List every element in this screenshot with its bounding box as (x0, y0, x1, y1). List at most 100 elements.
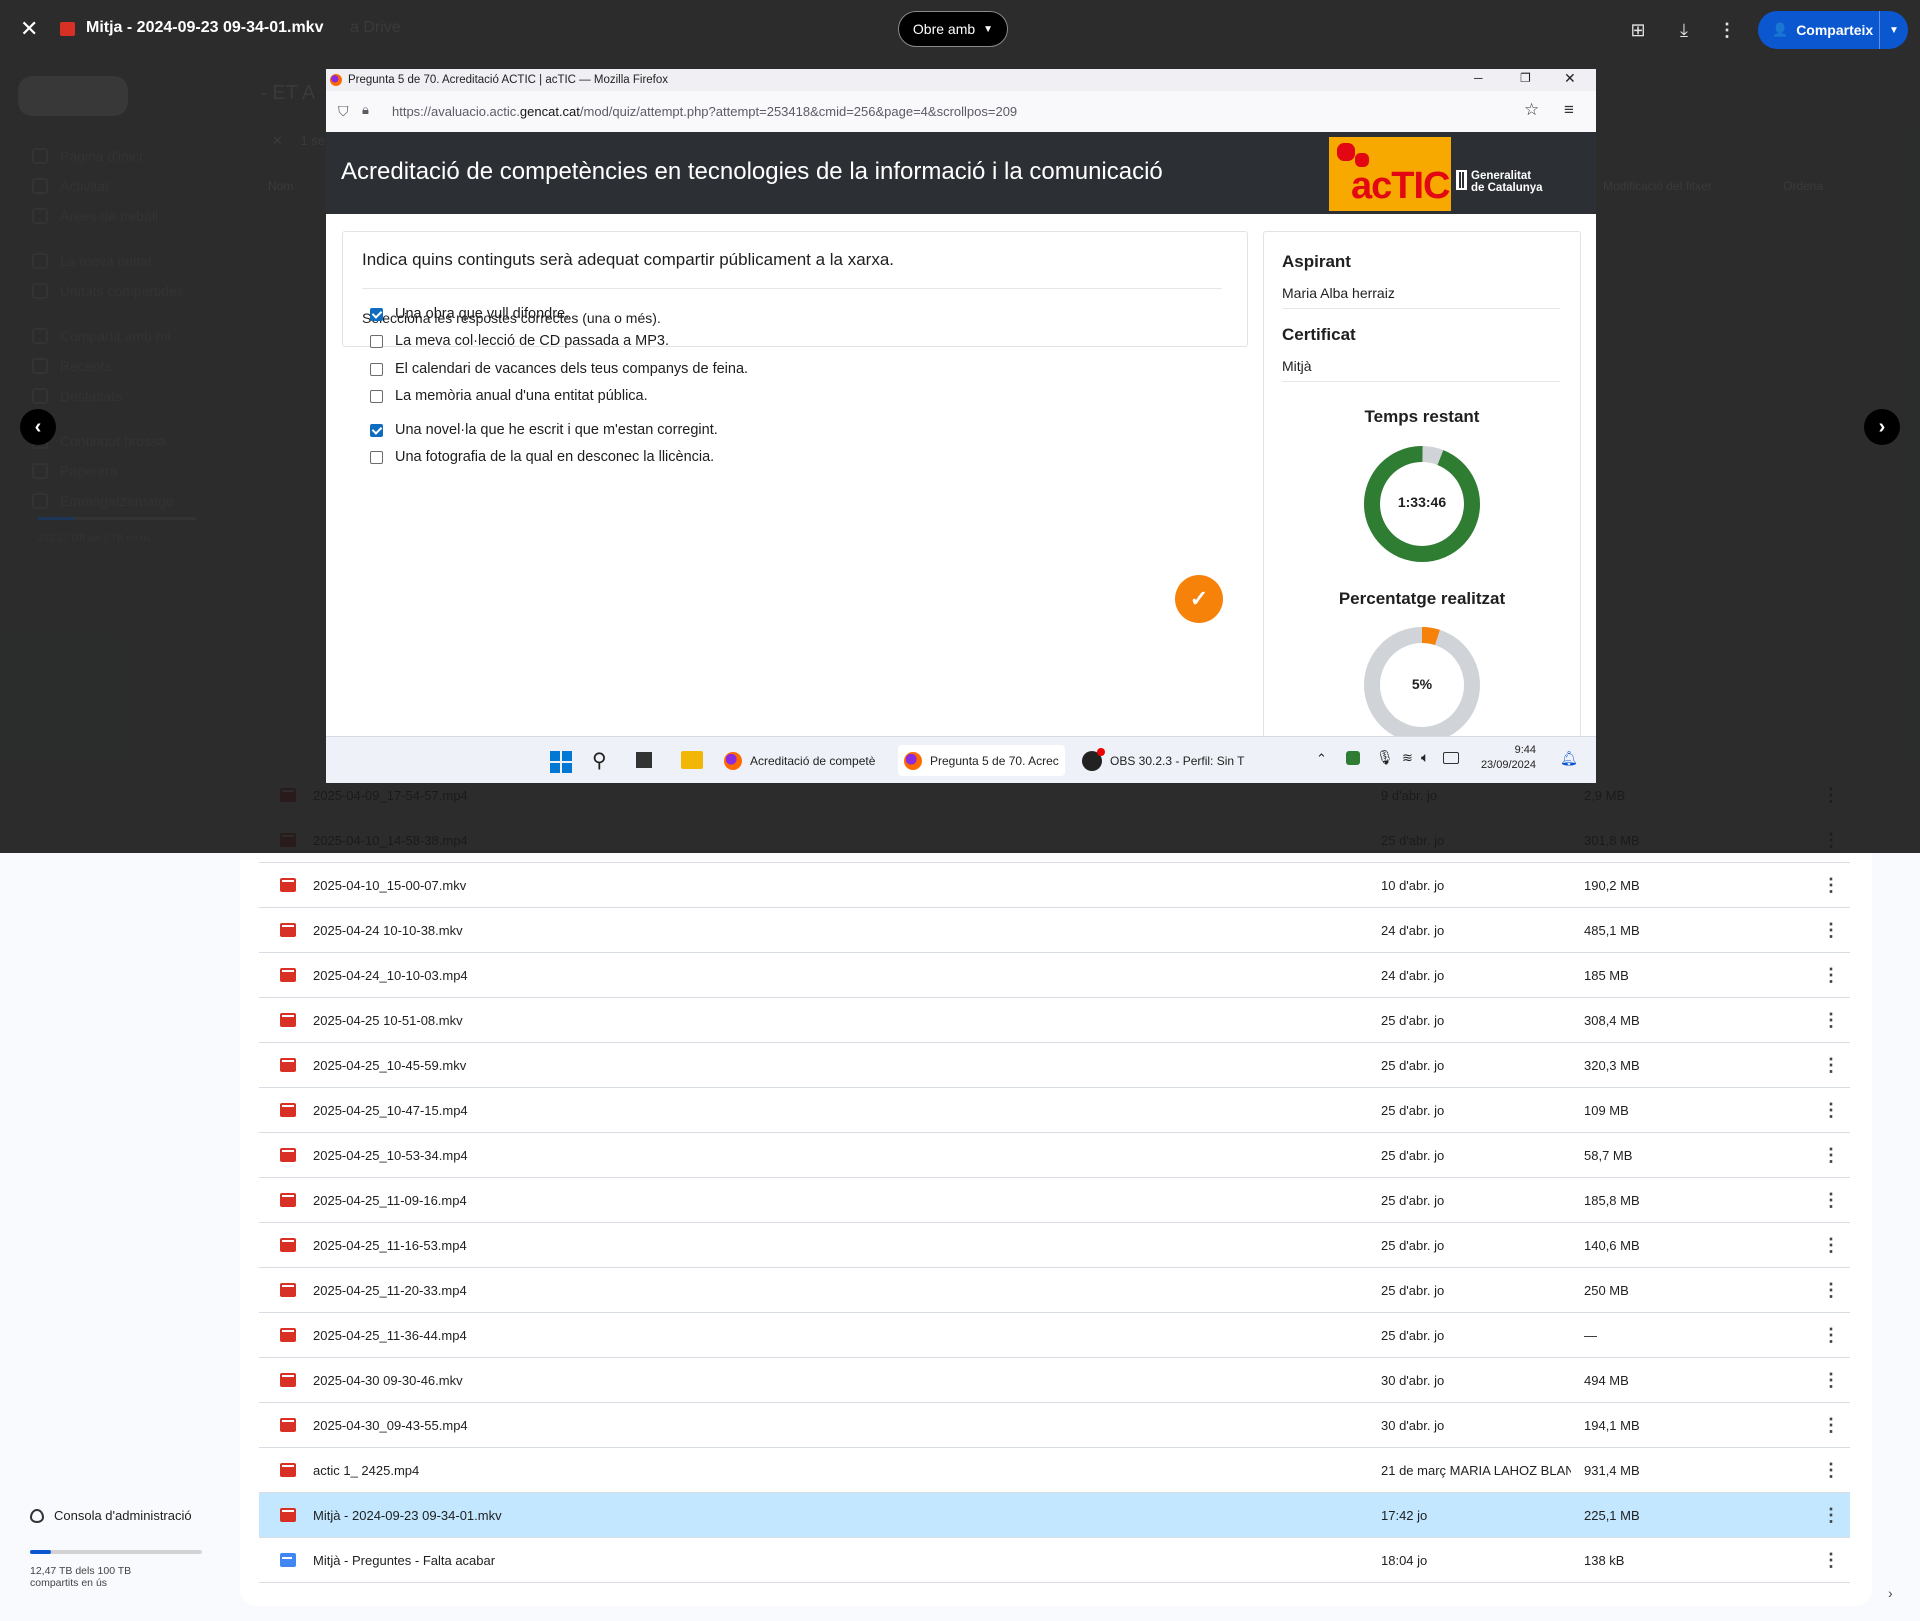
more-vert-icon[interactable]: ⋮ (1822, 966, 1840, 984)
checkbox-unchecked[interactable] (370, 389, 383, 403)
sidebar-item[interactable]: Pàgina d'inici (32, 142, 142, 170)
more-vert-icon[interactable]: ⋮ (1822, 1011, 1840, 1029)
checkbox-unchecked[interactable] (370, 362, 383, 376)
answer-option[interactable]: El calendari de vacances dels teus compa… (370, 361, 748, 377)
answer-option[interactable]: La memòria anual d'una entitat pública. (370, 388, 648, 404)
sidebar-item[interactable]: La meva unitat (32, 247, 152, 275)
task-view-icon[interactable] (636, 752, 652, 768)
video-player-frame[interactable]: Pregunta 5 de 70. Acreditació ACTIC | ac… (326, 69, 1596, 783)
file-row[interactable]: 2025-04-25 10-51-08.mkv 25 d'abr. jo 308,4… (259, 998, 1850, 1043)
security-icon[interactable] (1346, 751, 1360, 765)
more-vert-icon[interactable]: ⋮ (1822, 1416, 1840, 1434)
notification-bell-icon[interactable]: 🔔︎ (1560, 750, 1578, 767)
answer-option[interactable]: Una obra que vull difondre. (370, 306, 569, 322)
file-modified: 30 d'abr. jo (1381, 1372, 1445, 1388)
answer-option[interactable]: Una fotografia de la qual en desconec la… (370, 449, 714, 465)
file-row[interactable]: 2025-04-24_10-10-03.mp4 24 d'abr. jo 185 M… (259, 953, 1850, 998)
document-file-icon (280, 1553, 296, 1567)
window-close-icon[interactable]: ✕ (1564, 70, 1576, 87)
share-dropdown-caret-icon[interactable]: ▼ (1879, 11, 1908, 49)
more-vert-icon[interactable]: ⋮ (1822, 1236, 1840, 1254)
more-vert-icon[interactable]: ⋮ (1822, 1371, 1840, 1389)
firefox-address-bar[interactable]: ⛉ 🔒︎ https://avaluacio.actic.gencat.cat/… (326, 91, 1596, 133)
checkbox-unchecked[interactable] (370, 334, 383, 348)
more-vert-icon[interactable]: ⋮ (1718, 18, 1736, 42)
file-explorer-icon[interactable] (681, 751, 703, 769)
chevron-up-icon[interactable]: ⌃ (1316, 751, 1327, 767)
file-row[interactable]: 2025-04-25_10-53-34.mp4 25 d'abr. jo 58,7 … (259, 1133, 1850, 1178)
file-row[interactable]: 2025-04-30 09-30-46.mkv 30 d'abr. jo 494 M… (259, 1358, 1850, 1403)
open-with-button[interactable]: Obre amb ▼ (898, 11, 1008, 47)
taskbar-app-firefox-2[interactable]: Pregunta 5 de 70. Acrec (898, 745, 1065, 776)
microphone-icon[interactable]: 🎙︎ (1376, 749, 1394, 766)
checkbox-unchecked[interactable] (370, 450, 383, 464)
more-vert-icon[interactable]: ⋮ (1822, 1551, 1840, 1569)
new-button[interactable]: + Nou (18, 76, 128, 116)
divider (1282, 308, 1560, 309)
file-row[interactable]: Mitjà - Preguntes - Falta acabar 18:04 jo… (259, 1538, 1850, 1583)
sidebar-item-label: Àrees de treball (60, 208, 159, 224)
file-size: 194,1 MB (1584, 1417, 1640, 1433)
file-row[interactable]: 2025-04-25_11-16-53.mp4 25 d'abr. jo 140,6… (259, 1223, 1850, 1268)
file-row[interactable]: actic 1_ 2425.mp4 21 de març MARIA LAHOZ … (259, 1448, 1850, 1493)
sidebar-item[interactable]: Recents (32, 352, 111, 380)
more-vert-icon[interactable]: ⋮ (1822, 1056, 1840, 1074)
wifi-icon[interactable]: ≋ (1402, 750, 1413, 766)
more-vert-icon[interactable]: ⋮ (1822, 1461, 1840, 1479)
more-vert-icon[interactable]: ⋮ (1822, 1326, 1840, 1344)
file-size: 485,1 MB (1584, 922, 1640, 938)
file-row[interactable]: 2025-04-25_11-20-33.mp4 25 d'abr. jo 250 M… (259, 1268, 1850, 1313)
sidebar-item[interactable]: Àrees de treball (32, 202, 158, 230)
next-file-arrow-icon[interactable]: › (1864, 409, 1900, 445)
battery-icon[interactable] (1443, 752, 1459, 764)
divider (1282, 381, 1560, 382)
file-row[interactable]: 2025-04-25_10-47-15.mp4 25 d'abr. jo 109 M… (259, 1088, 1850, 1133)
bookmark-star-icon[interactable]: ☆ (1524, 100, 1539, 120)
file-row[interactable]: 2025-04-25_11-36-44.mp4 25 d'abr. jo — ⋮ (259, 1313, 1850, 1358)
sidebar-item[interactable]: Destacats (32, 382, 122, 410)
more-vert-icon[interactable]: ⋮ (1822, 1191, 1840, 1209)
windows-start-icon[interactable] (550, 751, 572, 773)
answer-option-label: Una obra que vull difondre. (395, 306, 570, 322)
restore-icon[interactable]: ❐ (1520, 71, 1531, 85)
more-vert-icon[interactable]: ⋮ (1822, 1146, 1840, 1164)
minimize-icon[interactable]: ─ (1474, 71, 1483, 85)
checkbox-checked[interactable] (370, 307, 383, 321)
sidebar-item[interactable]: Emmagatzematge (32, 487, 174, 515)
answer-option[interactable]: Una novel·la que he escrit i que m'estan… (370, 422, 718, 438)
taskbar-app-firefox-1[interactable]: Acreditació de competè (724, 745, 875, 776)
submit-check-button[interactable]: ✓ (1175, 575, 1223, 623)
previous-file-arrow-icon[interactable]: ‹ (20, 409, 56, 445)
sidebar-item-label: Emmagatzematge (60, 493, 174, 509)
volume-icon[interactable]: 🔈︎ (1421, 749, 1429, 766)
file-row[interactable]: Mitjà - 2024-09-23 09-34-01.mkv 17:42 jo 2… (259, 1493, 1850, 1538)
sidebar-item[interactable]: Activitat (32, 172, 109, 200)
file-row[interactable]: 2025-04-25_10-45-59.mkv 25 d'abr. jo 320,3… (259, 1043, 1850, 1088)
more-vert-icon[interactable]: ⋮ (1822, 876, 1840, 894)
file-size: 308,4 MB (1584, 1012, 1640, 1028)
close-icon[interactable]: ✕ (20, 16, 38, 42)
sidebar-item[interactable]: Unitats compartides (32, 277, 184, 305)
more-vert-icon[interactable]: ⋮ (1822, 1506, 1840, 1524)
more-vert-icon[interactable]: ⋮ (1822, 1101, 1840, 1119)
chevron-right-icon[interactable]: › (1888, 1585, 1893, 1601)
search-icon[interactable]: ⚲ (592, 748, 607, 773)
sidebar-item[interactable]: Paperera (32, 457, 118, 485)
taskbar-app-obs[interactable]: OBS 30.2.3 - Perfil: Sin T (1082, 745, 1245, 776)
download-icon[interactable]: ⤓ (1672, 18, 1696, 42)
file-row[interactable]: 2025-04-10_15-00-07.mkv 10 d'abr. jo 190,2… (259, 863, 1850, 908)
taskbar-clock[interactable]: 9:44 23/09/2024 (1466, 743, 1536, 773)
checkbox-checked[interactable] (370, 423, 383, 437)
share-button[interactable]: 👤 Comparteix ▼ (1758, 11, 1908, 49)
actic-logo-mark-icon (1337, 143, 1355, 161)
more-vert-icon[interactable]: ⋮ (1822, 1281, 1840, 1299)
add-comment-icon[interactable]: ⊞ (1626, 18, 1650, 42)
more-vert-icon[interactable]: ⋮ (1822, 921, 1840, 939)
menu-icon[interactable]: ≡ (1564, 100, 1574, 120)
answer-option[interactable]: La meva col·lecció de CD passada a MP3. (370, 333, 669, 349)
admin-console-link[interactable]: Consola d'administració (30, 1508, 192, 1523)
file-row[interactable]: 2025-04-24 10-10-38.mkv 24 d'abr. jo 485,1… (259, 908, 1850, 953)
sidebar-item[interactable]: Compartit amb mi (32, 322, 170, 350)
file-row[interactable]: 2025-04-25_11-09-16.mp4 25 d'abr. jo 185,8… (259, 1178, 1850, 1223)
file-row[interactable]: 2025-04-30_09-43-55.mp4 30 d'abr. jo 194,1… (259, 1403, 1850, 1448)
